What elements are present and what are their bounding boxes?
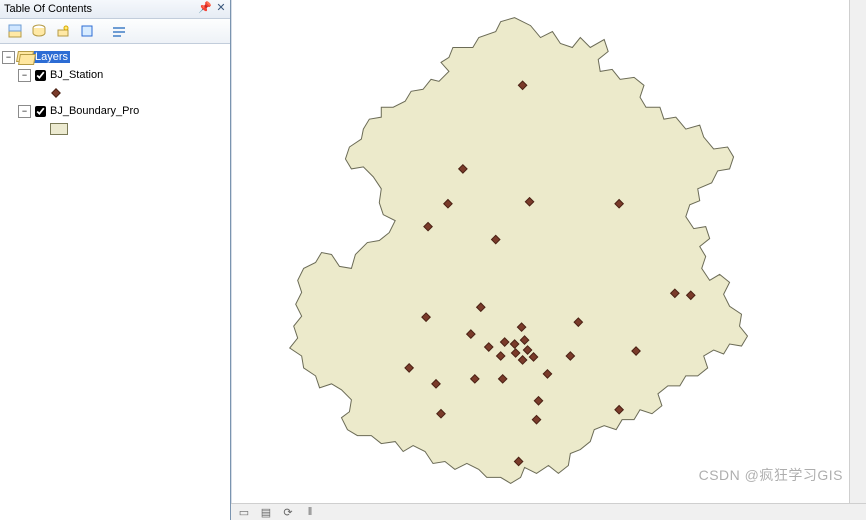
toc-title-controls: 📌 ✕	[198, 1, 228, 15]
tree-item-label: BJ_Station	[50, 69, 103, 81]
toc-title-text: Table Of Contents	[4, 3, 92, 15]
toc-titlebar: Table Of Contents 📌 ✕	[0, 0, 230, 19]
vertical-scrollbar[interactable]	[849, 0, 866, 503]
refresh-icon[interactable]: ⟳	[281, 505, 295, 519]
tree-item-label: BJ_Boundary_Pro	[50, 105, 139, 117]
toc-tree: − Layers − BJ_Station − BJ_Boundary_Pro	[0, 44, 230, 520]
data-view-icon[interactable]: ▭	[237, 505, 251, 519]
tree-root-label: Layers	[33, 51, 70, 63]
tree-symbol-bj-boundary	[2, 120, 228, 138]
list-drawing-order-button[interactable]	[4, 20, 26, 42]
boundary-polygon	[290, 18, 748, 484]
list-visibility-button[interactable]	[52, 20, 74, 42]
layers-icon	[17, 51, 31, 63]
toc-panel: Table Of Contents 📌 ✕ − Layers	[0, 0, 231, 520]
expand-toggle[interactable]: −	[2, 51, 15, 64]
list-selection-button[interactable]	[76, 20, 98, 42]
toc-toolbar	[0, 19, 230, 44]
map-view[interactable]: CSDN @疯狂学习GIS	[231, 0, 849, 503]
close-icon[interactable]: ✕	[214, 1, 228, 15]
tree-item-bj-station[interactable]: − BJ_Station	[2, 66, 228, 84]
map-wrap: CSDN @疯狂学习GIS ▭ ▤ ⟳ ‖	[231, 0, 866, 520]
options-button[interactable]	[108, 20, 130, 42]
expand-toggle[interactable]: −	[18, 105, 31, 118]
layer-checkbox-bj-boundary[interactable]	[35, 106, 46, 117]
point-symbol-icon	[50, 87, 62, 99]
list-source-button[interactable]	[28, 20, 50, 42]
pin-icon[interactable]: 📌	[198, 1, 212, 15]
tree-symbol-bj-station	[2, 84, 228, 102]
tree-root-layers[interactable]: − Layers	[2, 48, 228, 66]
map-canvas[interactable]	[232, 0, 849, 503]
layer-checkbox-bj-station[interactable]	[35, 70, 46, 81]
polygon-symbol-icon	[50, 123, 68, 135]
pause-icon[interactable]: ‖	[303, 505, 317, 519]
app-root: Table Of Contents 📌 ✕ − Layers	[0, 0, 866, 520]
layout-view-icon[interactable]: ▤	[259, 505, 273, 519]
map-row: CSDN @疯狂学习GIS	[231, 0, 866, 503]
expand-toggle[interactable]: −	[18, 69, 31, 82]
tree-item-bj-boundary[interactable]: − BJ_Boundary_Pro	[2, 102, 228, 120]
map-footer-bar: ▭ ▤ ⟳ ‖	[231, 503, 866, 520]
